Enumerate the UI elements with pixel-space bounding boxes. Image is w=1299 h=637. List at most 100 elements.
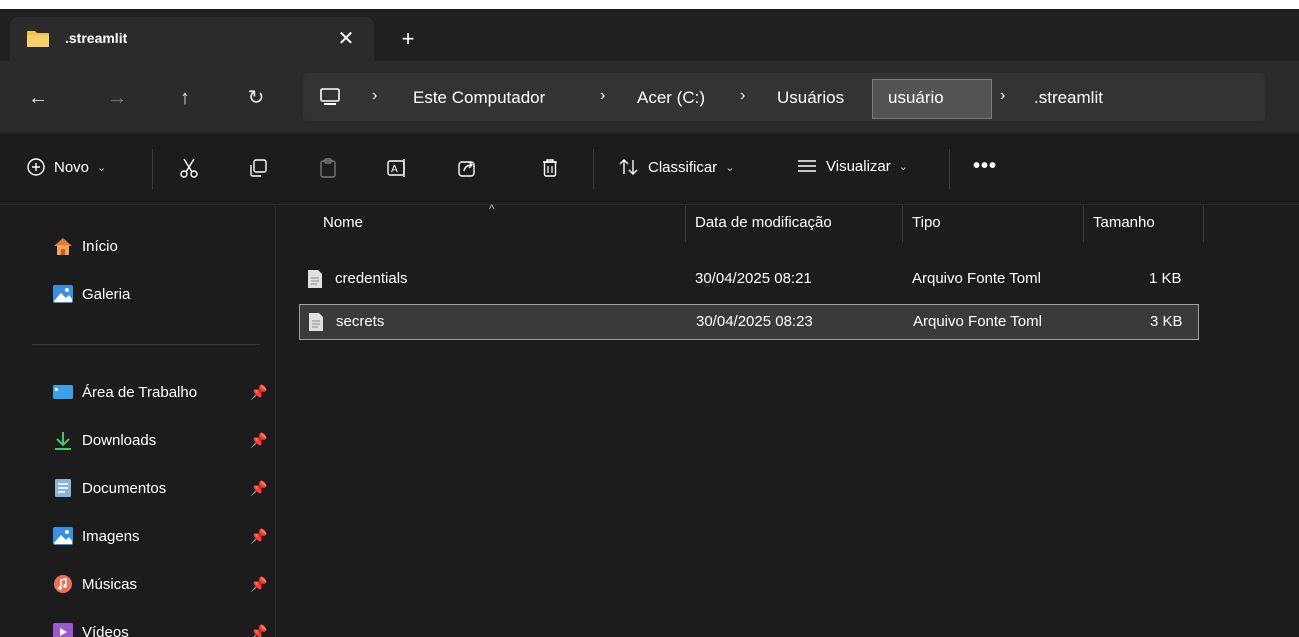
cut-icon[interactable]: [176, 155, 202, 181]
sidebar-divider: [32, 344, 260, 345]
videos-icon: [52, 621, 74, 637]
file-name: secrets: [336, 313, 385, 330]
pin-icon: 📌: [250, 384, 268, 400]
view-button-label: Visualizar: [826, 157, 891, 175]
pin-icon: 📌: [250, 576, 268, 592]
pin-icon: 📌: [250, 528, 268, 544]
up-button[interactable]: ↑: [169, 82, 201, 114]
column-divider[interactable]: [902, 206, 903, 242]
tab-streamlit[interactable]: .streamlit ✕: [10, 17, 374, 61]
breadcrumb-este-computador[interactable]: Este Computador: [413, 88, 545, 108]
chevron-down-icon: ⌄: [725, 161, 735, 174]
sidebar-item-label: Galeria: [82, 285, 131, 303]
documents-icon: [52, 477, 74, 499]
navigation-bar: ← → ↑ ↻ › Este Computador › Acer (C:) › …: [0, 61, 1299, 133]
navigation-pane: Início Galeria Área de Trabalho 📌 Downlo…: [0, 206, 276, 637]
home-icon: [52, 235, 74, 257]
sidebar-item-musicas[interactable]: Músicas: [52, 568, 137, 600]
music-icon: [52, 573, 74, 595]
sidebar-item-label: Vídeos: [82, 623, 129, 637]
column-header-name[interactable]: Nome: [323, 214, 363, 231]
sort-button-label: Classificar: [648, 158, 718, 176]
plus-circle-icon: [27, 158, 45, 176]
tab-bar: .streamlit ✕ +: [0, 9, 1299, 61]
sidebar-item-galeria[interactable]: Galeria: [52, 278, 130, 310]
sort-icon: [619, 159, 638, 175]
pin-icon: 📌: [250, 624, 268, 637]
close-tab-icon[interactable]: ✕: [332, 25, 360, 53]
svg-text:A: A: [391, 164, 398, 175]
delete-icon[interactable]: [537, 155, 563, 181]
file-name: credentials: [335, 270, 408, 287]
paste-icon[interactable]: [315, 155, 341, 181]
sidebar-item-label: Início: [82, 237, 118, 255]
back-button[interactable]: ←: [22, 82, 54, 114]
column-divider[interactable]: [685, 206, 686, 242]
toolbar-divider: [152, 149, 153, 189]
view-list-icon: [798, 160, 816, 172]
folder-icon: [27, 31, 49, 47]
address-bar[interactable]: › Este Computador › Acer (C:) › Usuários…: [303, 73, 1265, 121]
desktop-icon: [52, 381, 74, 403]
sidebar-item-downloads[interactable]: Downloads: [52, 424, 156, 456]
chevron-down-icon: ⌄: [898, 160, 908, 173]
copy-icon[interactable]: [245, 155, 271, 181]
file-type: Arquivo Fonte Toml: [912, 270, 1041, 287]
pin-icon: 📌: [250, 432, 268, 448]
new-button[interactable]: Novo ⌄: [26, 157, 106, 177]
toolbar-divider: [593, 149, 594, 189]
tab-title: .streamlit: [65, 30, 128, 46]
column-header-type[interactable]: Tipo: [912, 214, 941, 231]
refresh-button[interactable]: ↻: [240, 82, 272, 114]
breadcrumb-usuario[interactable]: usuário: [888, 88, 944, 108]
pin-icon: 📌: [250, 480, 268, 496]
sort-ascending-icon: ^: [489, 202, 495, 216]
sidebar-item-videos[interactable]: Vídeos: [52, 616, 129, 637]
column-header-size[interactable]: Tamanho: [1093, 214, 1155, 231]
command-bar: Novo ⌄ A Classificar ⌄ Visualizar ⌄ •••: [0, 133, 1299, 205]
breadcrumb-separator: ›: [372, 87, 378, 104]
file-explorer-window: .streamlit ✕ + ← → ↑ ↻ › Este Computador…: [0, 9, 1299, 637]
sidebar-item-area-de-trabalho[interactable]: Área de Trabalho: [52, 376, 197, 408]
file-icon: [309, 313, 323, 331]
breadcrumb-separator: ›: [740, 87, 746, 104]
chevron-down-icon: ⌄: [97, 161, 107, 174]
breadcrumb-acer-c[interactable]: Acer (C:): [637, 88, 705, 108]
rename-icon[interactable]: A: [384, 155, 410, 181]
file-size: 3 KB: [1150, 313, 1183, 330]
new-button-label: Novo: [54, 158, 90, 176]
new-tab-button[interactable]: +: [394, 25, 422, 53]
file-icon: [308, 270, 322, 288]
breadcrumb-usuarios[interactable]: Usuários: [777, 88, 844, 108]
sidebar-item-label: Documentos: [82, 479, 167, 497]
breadcrumb-streamlit[interactable]: .streamlit: [1034, 88, 1103, 108]
sidebar-item-label: Área de Trabalho: [82, 383, 198, 401]
table-row[interactable]: credentials 30/04/2025 08:21 Arquivo Fon…: [299, 262, 1199, 298]
breadcrumb-separator: ›: [600, 87, 606, 104]
view-button[interactable]: Visualizar ⌄: [796, 157, 908, 175]
file-modified: 30/04/2025 08:23: [696, 313, 813, 330]
download-icon: [52, 429, 74, 451]
sidebar-item-inicio[interactable]: Início: [52, 230, 118, 262]
sidebar-item-label: Downloads: [82, 431, 157, 449]
file-modified: 30/04/2025 08:21: [695, 270, 812, 287]
column-divider[interactable]: [1203, 206, 1204, 242]
column-header-date[interactable]: Data de modificação: [695, 214, 832, 231]
column-divider[interactable]: [1083, 206, 1084, 242]
sidebar-item-label: Músicas: [82, 575, 138, 593]
computer-icon: [320, 88, 340, 105]
sort-button[interactable]: Classificar ⌄: [618, 157, 734, 177]
share-icon[interactable]: [454, 155, 480, 181]
file-list: ^ Nome Data de modificação Tipo Tamanho …: [277, 202, 1299, 637]
file-size: 1 KB: [1149, 270, 1182, 287]
breadcrumb-separator: ›: [1000, 87, 1006, 104]
file-type: Arquivo Fonte Toml: [913, 313, 1042, 330]
sidebar-item-imagens[interactable]: Imagens: [52, 520, 140, 552]
more-options-icon[interactable]: •••: [973, 155, 997, 178]
gallery-icon: [52, 283, 74, 305]
sidebar-item-documentos[interactable]: Documentos: [52, 472, 166, 504]
table-row[interactable]: secrets 30/04/2025 08:23 Arquivo Fonte T…: [299, 304, 1199, 340]
pictures-icon: [52, 525, 74, 547]
forward-button[interactable]: →: [101, 82, 133, 114]
sidebar-item-label: Imagens: [82, 527, 140, 545]
